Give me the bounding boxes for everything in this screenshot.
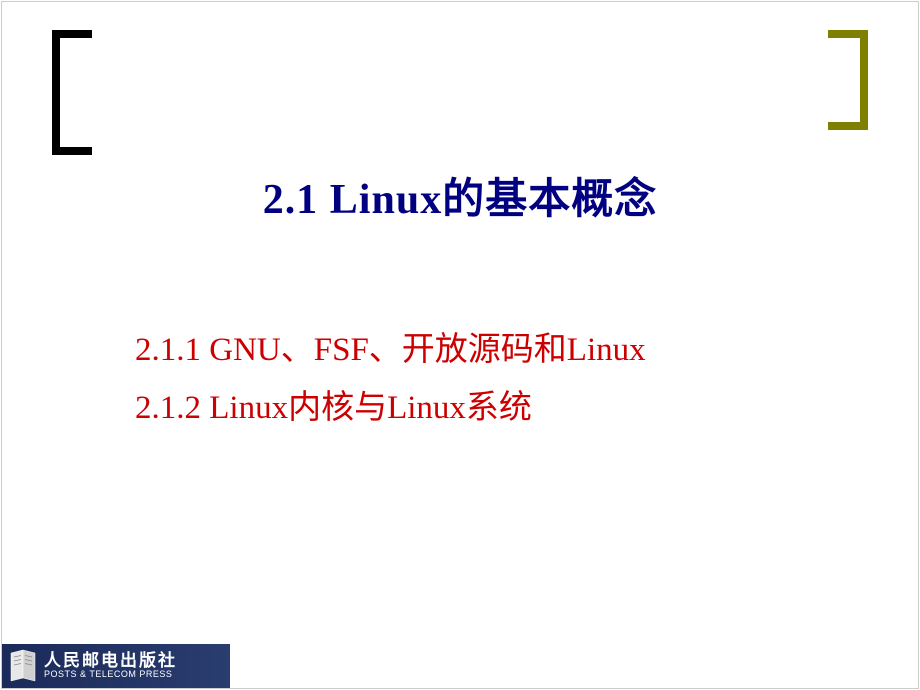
publisher-text: 人民邮电出版社 POSTS & TELECOM PRESS (44, 652, 177, 681)
decorative-bracket-right (828, 30, 868, 130)
publisher-logo: 人民邮电出版社 POSTS & TELECOM PRESS (2, 644, 230, 688)
decorative-bracket-left (52, 30, 92, 155)
publisher-name-cn: 人民邮电出版社 (44, 652, 177, 671)
slide-title: 2.1 Linux的基本概念 (0, 165, 920, 226)
content-area: 2.1.1 GNU、FSF、开放源码和Linux 2.1.2 Linux内核与L… (135, 322, 646, 438)
content-item-2: 2.1.2 Linux内核与Linux系统 (135, 380, 646, 438)
content-item-1: 2.1.1 GNU、FSF、开放源码和Linux (135, 322, 646, 380)
publisher-book-icon (8, 648, 38, 684)
publisher-name-en: POSTS & TELECOM PRESS (44, 670, 177, 680)
